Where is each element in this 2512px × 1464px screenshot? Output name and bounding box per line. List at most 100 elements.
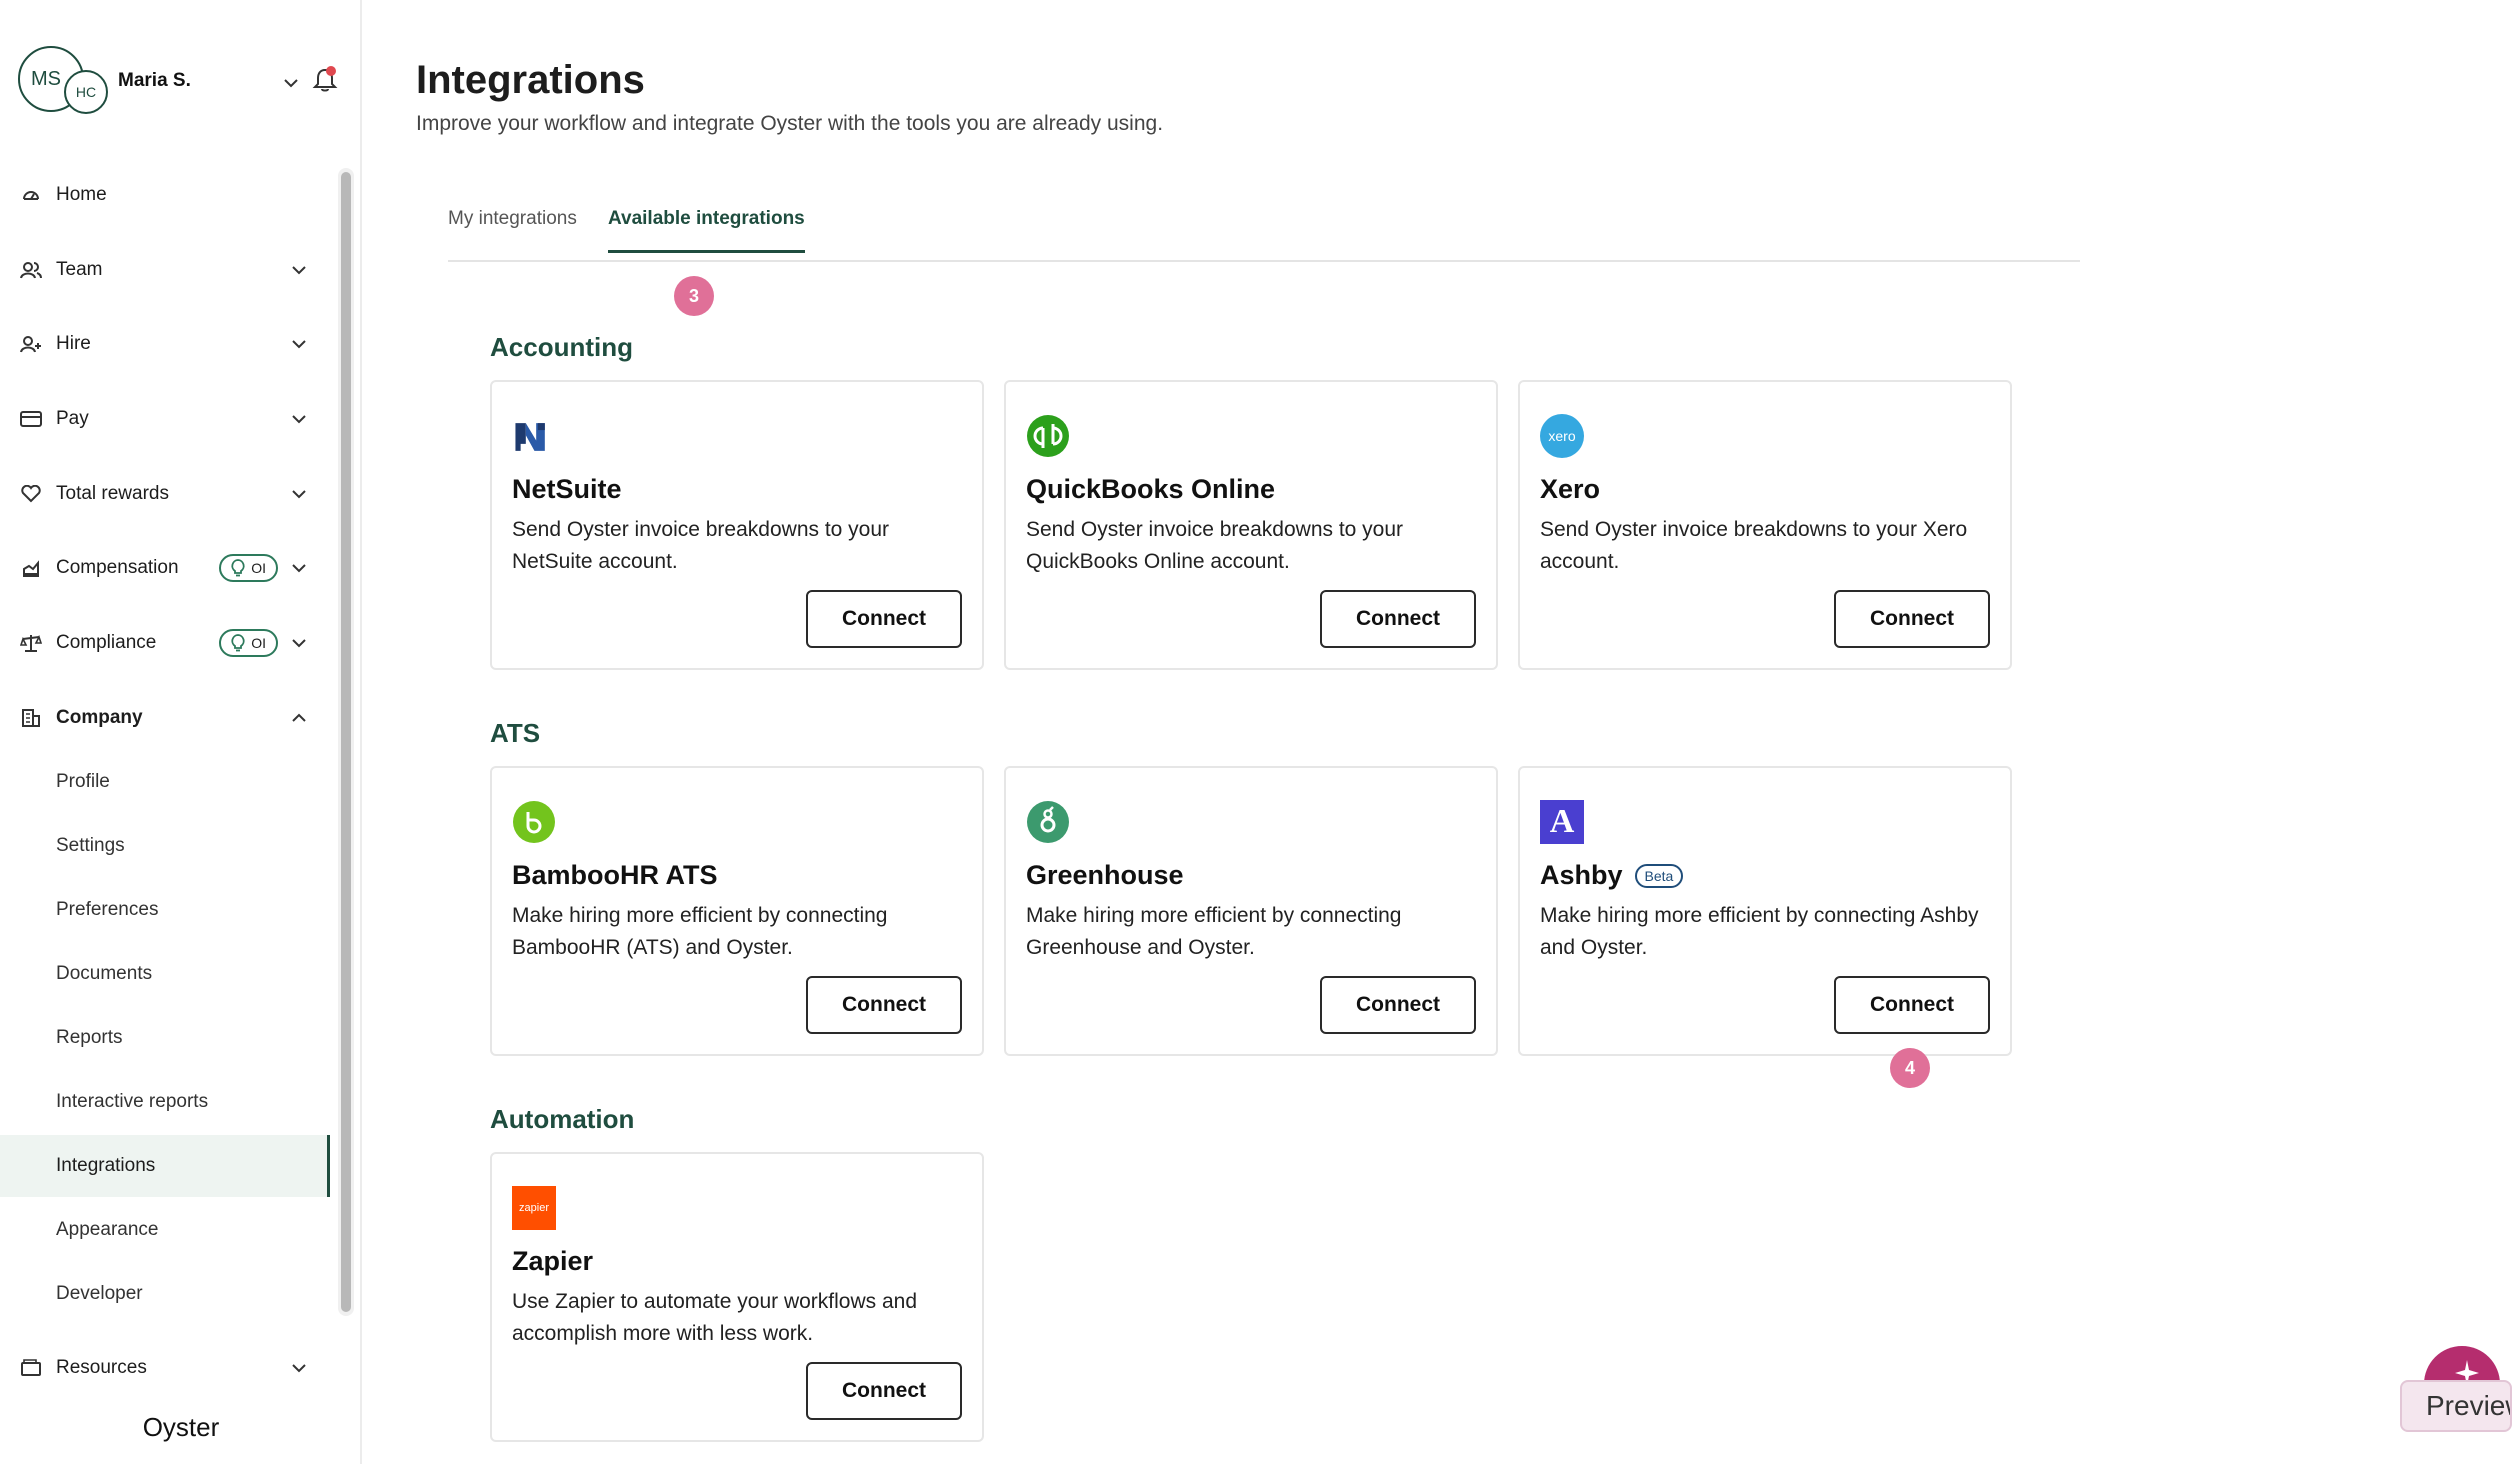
nav-team-label: Team [56, 259, 103, 280]
greenhouse-logo-icon [1027, 801, 1069, 843]
section-title-accounting: Accounting [490, 332, 633, 362]
sidebar-item-label: Integrations [56, 1155, 156, 1176]
sidebar-item-preferences[interactable]: Preferences [0, 879, 330, 941]
integration-name-label: Ashby [1540, 860, 1623, 890]
chevron-up-icon [292, 713, 306, 722]
ai-badge: OI [219, 554, 278, 582]
zapier-logo-text: zapier [519, 1202, 549, 1214]
connect-button[interactable]: Connect [1834, 976, 1990, 1034]
nav-compensation[interactable]: Compensation OI [0, 538, 330, 598]
chevron-down-icon[interactable] [280, 72, 302, 94]
integration-name: Ashby Beta [1540, 860, 1684, 891]
integration-card-greenhouse: Greenhouse Make hiring more efficient by… [1004, 766, 1498, 1056]
nav-hire[interactable]: Hire [0, 314, 330, 374]
nav-compliance[interactable]: Compliance OI [0, 613, 330, 673]
section-title-automation: Automation [490, 1104, 635, 1134]
sidebar-item-reports[interactable]: Reports [0, 1007, 330, 1069]
chart-icon [20, 557, 42, 579]
sidebar-item-documents[interactable]: Documents [0, 943, 330, 1005]
nav-compliance-label: Compliance [56, 632, 157, 653]
integration-name: BambooHR ATS [512, 860, 718, 890]
integration-name: Zapier [512, 1246, 594, 1276]
beta-badge: Beta [1634, 863, 1684, 888]
integration-description: Make hiring more efficient by connecting… [1026, 904, 1402, 959]
team-icon [20, 259, 42, 281]
sidebar-item-profile[interactable]: Profile [0, 751, 330, 813]
page-title: Integrations [416, 58, 645, 102]
netsuite-logo-icon [515, 423, 545, 451]
nav-total-rewards-label: Total rewards [56, 483, 169, 504]
chevron-down-icon [292, 266, 306, 275]
heart-icon [20, 483, 42, 505]
section-title-ats: ATS [490, 718, 541, 748]
connect-button[interactable]: Connect [1320, 976, 1476, 1034]
tab-my-integrations[interactable]: My integrations [448, 208, 577, 250]
zapier-logo-icon: zapier [512, 1186, 556, 1230]
integration-name: Greenhouse [1026, 860, 1184, 890]
integration-description: Send Oyster invoice breakdowns to your N… [512, 518, 890, 573]
nav-hire-label: Hire [56, 333, 91, 354]
sidebar-item-appearance[interactable]: Appearance [0, 1199, 330, 1261]
lightbulb-icon [231, 559, 245, 577]
dashboard-icon [20, 184, 42, 206]
nav-home-label: Home [56, 184, 107, 205]
integration-description: Send Oyster invoice breakdowns to your Q… [1026, 518, 1404, 573]
main-content: Integrations Improve your workflow and i… [362, 0, 2512, 1464]
integration-description: Use Zapier to automate your workflows an… [512, 1290, 918, 1345]
sidebar-item-label: Developer [56, 1283, 143, 1304]
nav-pay[interactable]: Pay [0, 389, 330, 449]
integration-description: Send Oyster invoice breakdowns to your X… [1540, 518, 1968, 573]
folder-icon [20, 1357, 42, 1379]
nav-home[interactable]: Home [0, 165, 330, 225]
sidebar-item-label: Preferences [56, 899, 159, 920]
sidebar-item-label: Settings [56, 835, 125, 856]
integration-card-xero: xero Xero Send Oyster invoice breakdowns… [1518, 380, 2012, 670]
integration-card-quickbooks: QuickBooks Online Send Oyster invoice br… [1004, 380, 1498, 670]
nav-team[interactable]: Team [0, 240, 330, 300]
connect-button[interactable]: Connect [806, 1362, 962, 1420]
scale-icon [20, 632, 42, 654]
notification-dot [326, 66, 336, 76]
integration-name: NetSuite [512, 474, 622, 504]
add-person-icon [20, 333, 42, 355]
sidebar-item-label: Reports [56, 1027, 123, 1048]
tab-available-integrations[interactable]: Available integrations [608, 208, 805, 253]
ai-badge-label: OI [251, 635, 266, 651]
user-menu[interactable]: MS HC Maria S. [18, 44, 348, 120]
page-subtitle: Improve your workflow and integrate Oyst… [416, 112, 1164, 135]
chevron-down-icon [292, 1364, 306, 1373]
card-icon [20, 408, 42, 430]
nav-pay-label: Pay [56, 408, 89, 429]
integration-card-zapier: zapier Zapier Use Zapier to automate you… [490, 1152, 984, 1442]
ai-badge-label: OI [251, 560, 266, 576]
scrollbar-thumb[interactable] [341, 172, 351, 1312]
chevron-down-icon [292, 340, 306, 349]
integration-card-bamboohr: BambooHR ATS Make hiring more efficient … [490, 766, 984, 1056]
integration-card-netsuite: NetSuite Send Oyster invoice breakdowns … [490, 380, 984, 670]
sidebar-item-developer[interactable]: Developer [0, 1263, 330, 1325]
sidebar-item-integrations[interactable]: Integrations [0, 1135, 330, 1197]
connect-button[interactable]: Connect [1320, 590, 1476, 648]
bamboohr-logo-icon [513, 801, 555, 843]
nav-total-rewards[interactable]: Total rewards [0, 464, 330, 524]
nav-resources[interactable]: Resources [0, 1338, 330, 1398]
nav-resources-label: Resources [56, 1357, 147, 1378]
connect-button[interactable]: Connect [806, 590, 962, 648]
integration-description: Make hiring more efficient by connecting… [1540, 904, 1979, 959]
tab-bar: My integrations Available integrations [448, 200, 2080, 262]
sidebar-item-label: Profile [56, 771, 110, 792]
sidebar-item-interactive-reports[interactable]: Interactive reports [0, 1071, 330, 1133]
chevron-down-icon [292, 639, 306, 648]
integration-card-ashby: A Ashby Beta Make hiring more efficient … [1518, 766, 2012, 1056]
preview-tooltip: Preview [2400, 1380, 2512, 1432]
sidebar-item-settings[interactable]: Settings [0, 815, 330, 877]
chevron-down-icon [292, 564, 306, 573]
nav-company[interactable]: Company [0, 688, 330, 748]
connect-button[interactable]: Connect [806, 976, 962, 1034]
connect-button[interactable]: Connect [1834, 590, 1990, 648]
ashby-logo-icon: A [1540, 800, 1584, 844]
integration-name: Xero [1540, 474, 1601, 504]
sidebar-item-label: Appearance [56, 1219, 159, 1240]
step-badge: 3 [674, 276, 714, 316]
lightbulb-icon [231, 634, 245, 652]
